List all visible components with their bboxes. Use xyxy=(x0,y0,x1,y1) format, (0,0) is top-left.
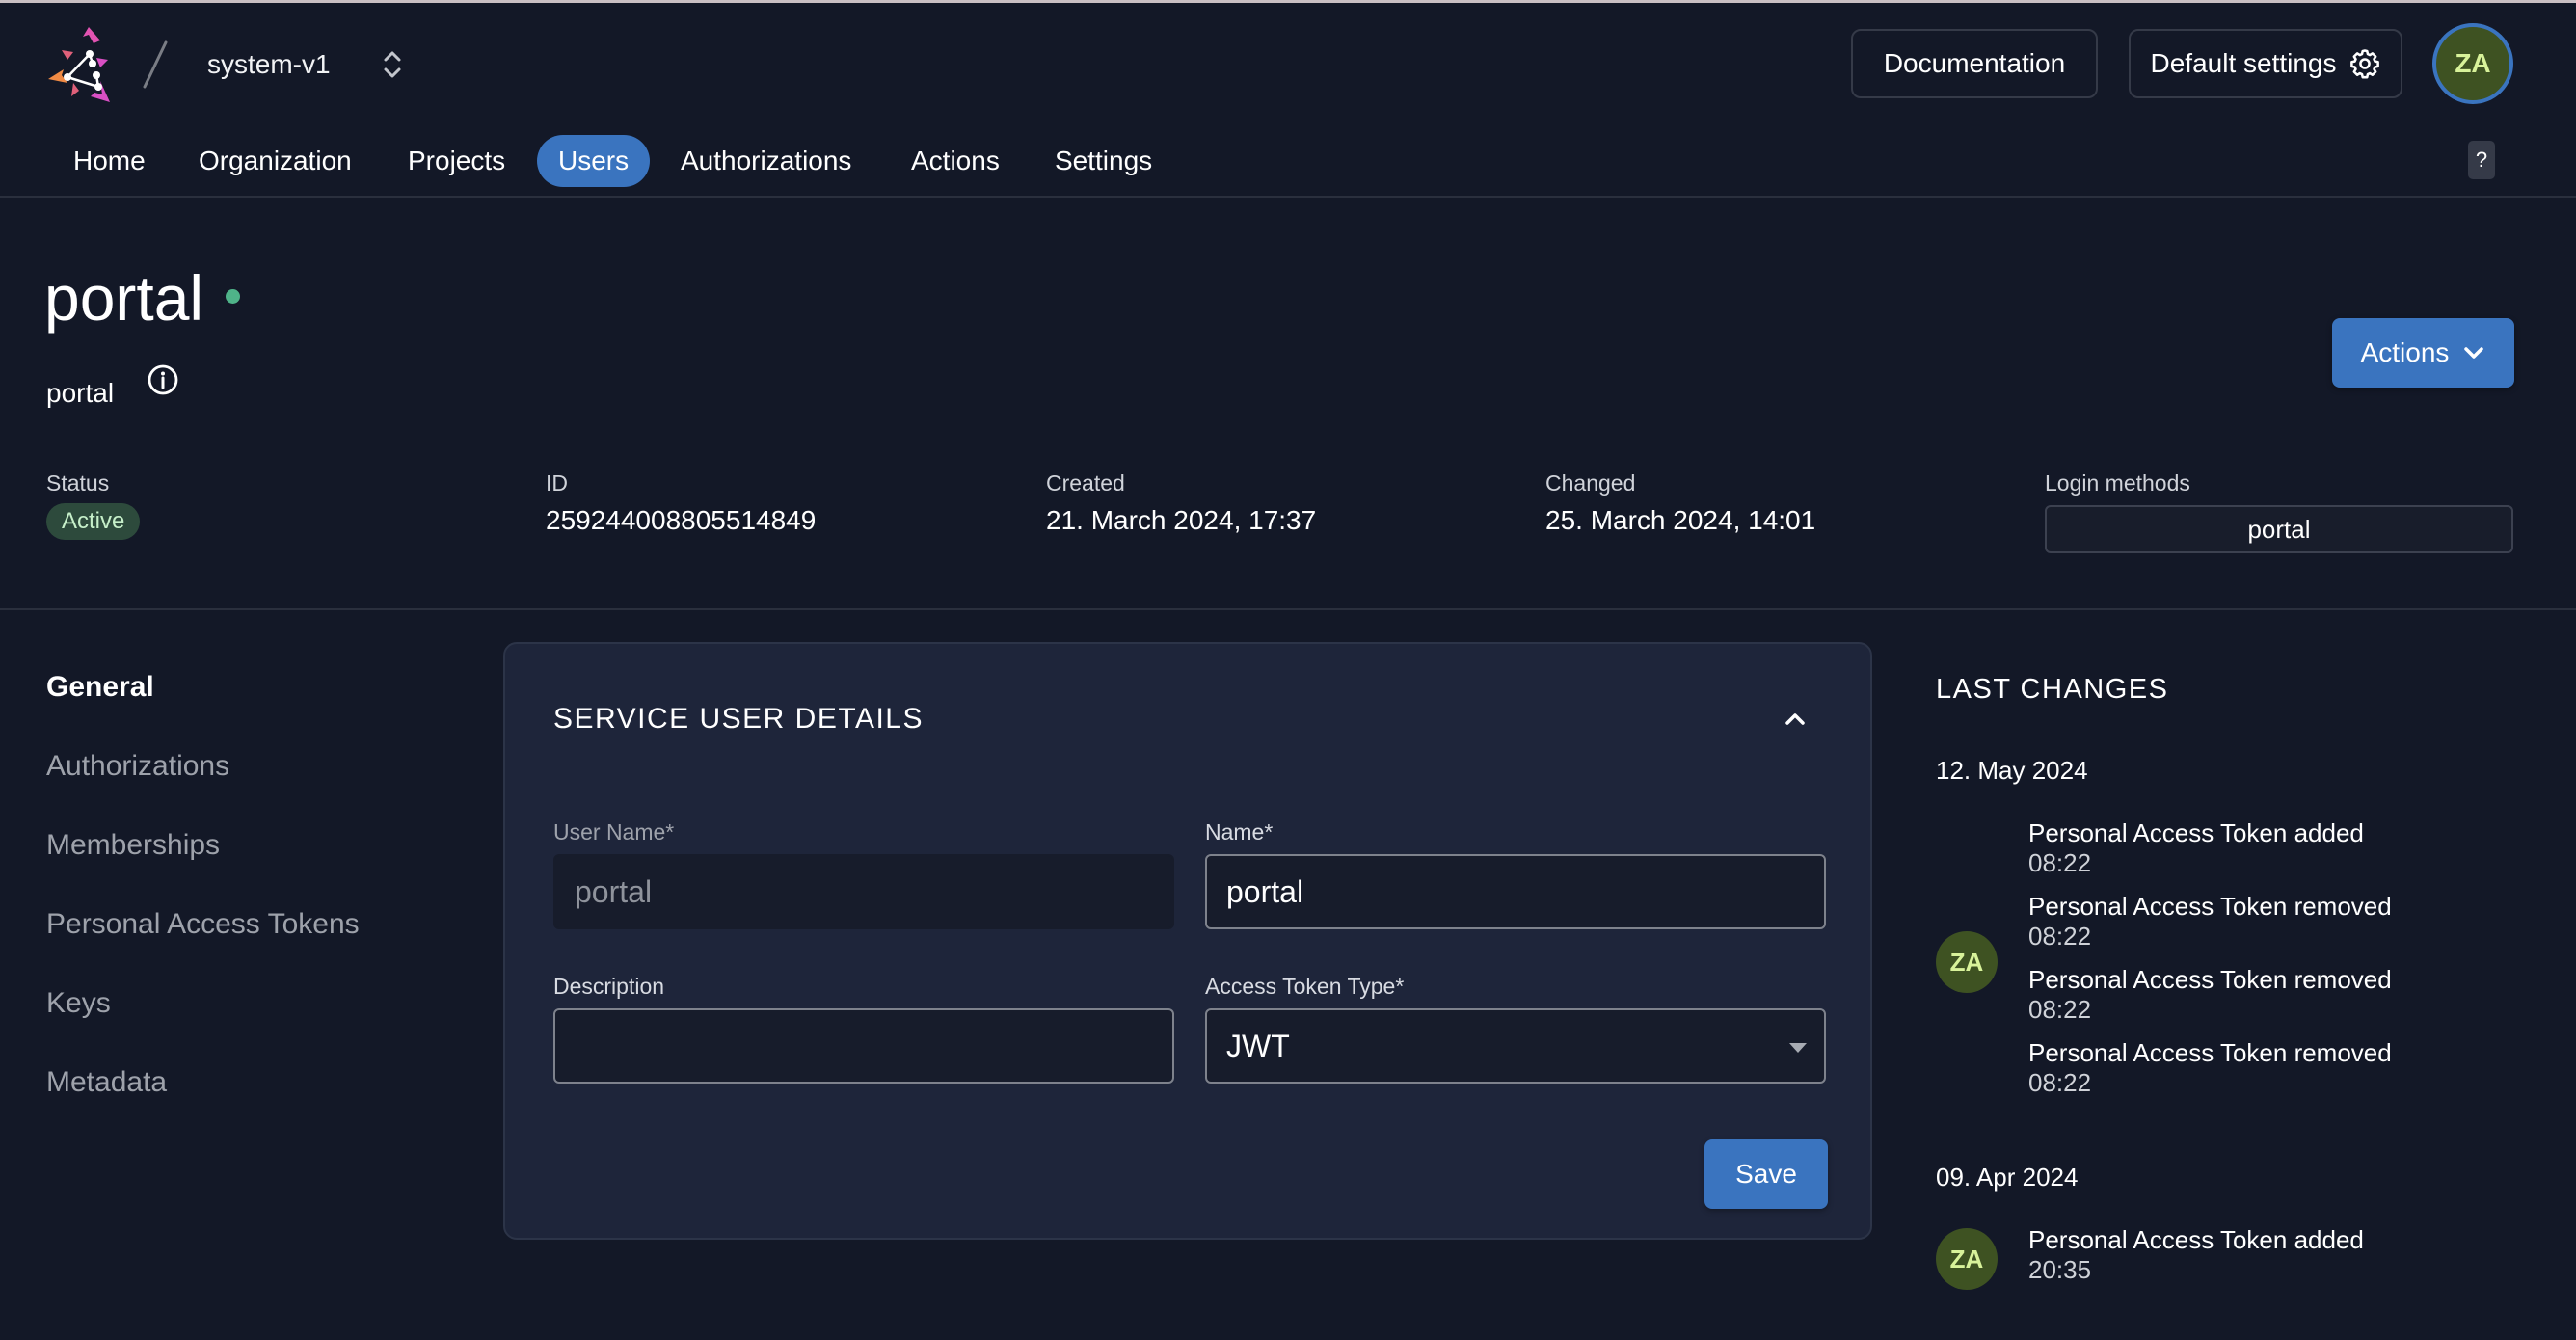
actions-label: Actions xyxy=(2360,337,2450,367)
changed-label: Changed xyxy=(1545,470,1636,496)
meta-login-methods: Login methods portal xyxy=(2045,469,2513,553)
change-text: Personal Access Token removed xyxy=(2028,1038,2392,1067)
change-text: Personal Access Token added xyxy=(2028,818,2364,847)
login-method-chip: portal xyxy=(2045,505,2513,553)
sidebar-item-memberships[interactable]: Memberships xyxy=(46,826,220,865)
meta-id: ID 259244008805514849 xyxy=(546,469,816,538)
save-button[interactable]: Save xyxy=(1704,1139,1828,1209)
change-time: 08:22 xyxy=(2028,848,2092,877)
description-input[interactable] xyxy=(553,1008,1174,1084)
nav-tab-projects[interactable]: Projects xyxy=(387,135,526,187)
main-nav: Home Organization Projects Users Authori… xyxy=(0,135,1253,187)
changed-value: 25. March 2024, 14:01 xyxy=(1545,505,1816,535)
nav-tab-users[interactable]: Users xyxy=(537,135,651,187)
id-label: ID xyxy=(546,470,568,496)
user-avatar[interactable]: ZA xyxy=(2432,23,2513,104)
gear-icon xyxy=(2349,49,2379,79)
change-avatar: ZA xyxy=(1936,1228,1998,1290)
zitadel-logo-icon[interactable] xyxy=(46,25,125,104)
header-divider xyxy=(0,196,2576,198)
name-input[interactable] xyxy=(1205,854,1826,929)
last-changes-title: LAST CHANGES xyxy=(1936,674,2169,705)
created-label: Created xyxy=(1046,470,1125,496)
change-text: Personal Access Token removed xyxy=(2028,892,2392,921)
actions-dropdown-button[interactable]: Actions xyxy=(2332,318,2514,388)
help-button[interactable]: ? xyxy=(2468,141,2495,179)
chevron-up-icon[interactable] xyxy=(1778,702,1812,737)
sidebar-item-keys[interactable]: Keys xyxy=(46,984,111,1023)
nav-tab-actions[interactable]: Actions xyxy=(890,135,1021,187)
change-avatar: ZA xyxy=(1936,931,1998,993)
change-entry: Personal Access Token removed 08:22 xyxy=(2028,891,2392,951)
username-label: User Name* xyxy=(553,819,675,844)
change-entry: Personal Access Token added 08:22 xyxy=(2028,817,2364,877)
created-value: 21. March 2024, 17:37 xyxy=(1046,505,1317,535)
change-time: 08:22 xyxy=(2028,922,2092,951)
documentation-button[interactable]: Documentation xyxy=(1851,29,2098,98)
breadcrumb-separator-icon xyxy=(143,40,168,89)
default-settings-button[interactable]: Default settings xyxy=(2129,29,2402,98)
description-label: Description xyxy=(553,974,665,999)
sidebar-item-personal-access-tokens[interactable]: Personal Access Tokens xyxy=(46,905,360,944)
change-text: Personal Access Token added xyxy=(2028,1225,2364,1254)
sidebar-item-authorizations[interactable]: Authorizations xyxy=(46,747,229,786)
page-subtitle: portal xyxy=(46,378,115,408)
service-user-details-card: SERVICE USER DETAILS User Name* Name* De… xyxy=(503,642,1872,1240)
meta-changed: Changed 25. March 2024, 14:01 xyxy=(1545,469,1815,538)
id-value: 259244008805514849 xyxy=(546,505,817,535)
access-token-type-value: JWT xyxy=(1226,1028,1290,1063)
default-settings-label: Default settings xyxy=(2150,48,2337,78)
meta-created: Created 21. March 2024, 17:37 xyxy=(1046,469,1316,538)
nav-tab-home[interactable]: Home xyxy=(52,135,167,187)
status-indicator-dot xyxy=(226,289,240,304)
meta-status: Status Active xyxy=(46,469,141,540)
chevron-up-down-icon[interactable] xyxy=(381,46,404,83)
nav-tab-authorizations[interactable]: Authorizations xyxy=(659,135,872,187)
org-name[interactable]: system-v1 xyxy=(207,46,331,83)
change-group-date: 09. Apr 2024 xyxy=(1936,1163,2079,1192)
change-group-date: 12. May 2024 xyxy=(1936,756,2088,785)
username-input xyxy=(553,854,1174,929)
nav-tab-settings[interactable]: Settings xyxy=(1033,135,1173,187)
change-entry: Personal Access Token added 20:35 xyxy=(2028,1224,2364,1284)
access-token-type-select[interactable]: JWT xyxy=(1205,1008,1826,1084)
nav-tab-organization[interactable]: Organization xyxy=(177,135,373,187)
login-methods-label: Login methods xyxy=(2045,470,2190,496)
window-top-border xyxy=(0,0,2576,3)
change-time: 08:22 xyxy=(2028,995,2092,1024)
access-token-type-label: Access Token Type* xyxy=(1205,974,1405,999)
page-title: portal xyxy=(44,262,204,334)
change-entry: Personal Access Token removed 08:22 xyxy=(2028,1037,2392,1097)
change-time: 20:35 xyxy=(2028,1255,2092,1284)
card-title: SERVICE USER DETAILS xyxy=(553,703,924,735)
change-text: Personal Access Token removed xyxy=(2028,965,2392,994)
content-divider xyxy=(0,608,2576,610)
status-badge: Active xyxy=(46,503,141,540)
sidebar-item-metadata[interactable]: Metadata xyxy=(46,1063,167,1102)
change-entry: Personal Access Token removed 08:22 xyxy=(2028,964,2392,1024)
status-label: Status xyxy=(46,470,110,496)
chevron-down-icon xyxy=(2464,347,2484,359)
change-time: 08:22 xyxy=(2028,1068,2092,1097)
dropdown-arrow-icon xyxy=(1789,1043,1807,1053)
sidebar-item-general[interactable]: General xyxy=(46,668,154,707)
documentation-label: Documentation xyxy=(1883,48,2066,78)
info-icon[interactable] xyxy=(147,363,179,396)
name-label: Name* xyxy=(1205,819,1274,844)
